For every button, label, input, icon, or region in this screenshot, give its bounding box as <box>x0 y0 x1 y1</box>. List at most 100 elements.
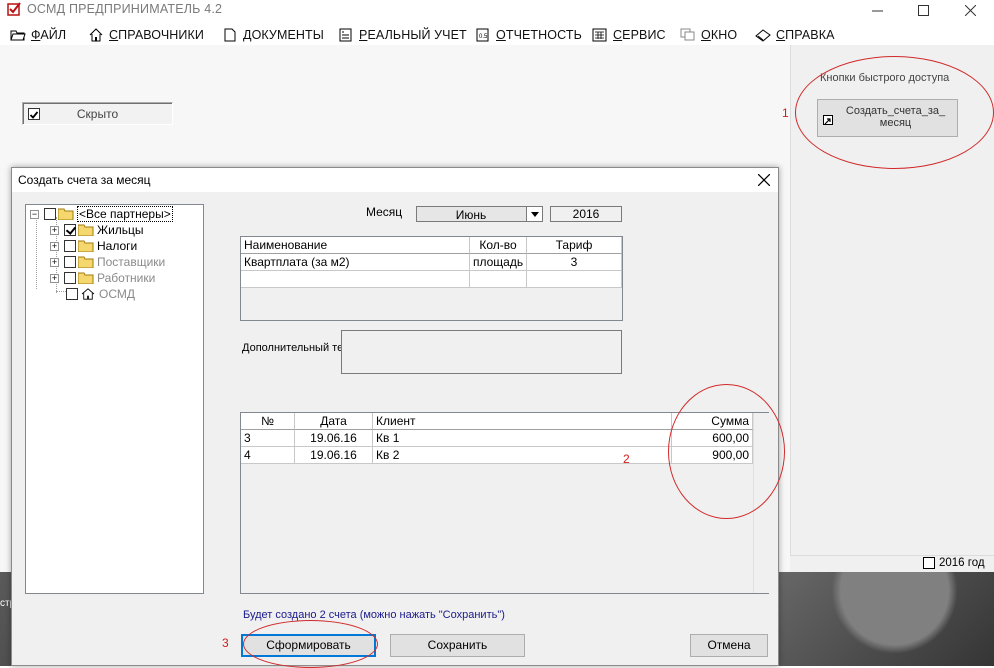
tree-node-label: Жильцы <box>97 223 144 237</box>
dialog-title: Создать счета за месяц <box>18 173 151 187</box>
month-select[interactable]: Июнь <box>416 206 543 222</box>
grid-cell[interactable]: 19.06.16 <box>295 430 373 447</box>
checkbox-logo-icon <box>7 2 21 16</box>
expand-icon[interactable]: + <box>50 257 59 267</box>
dialog-title-bar: Создать счета за месяц <box>12 168 778 192</box>
tree-node-osmd[interactable]: ОСМД <box>66 286 135 302</box>
menu-bar: ФАЙЛ СПРАВОЧНИКИ ДОКУМЕНТЫ РЕАЛЬНЫЙ УЧЕТ… <box>0 23 994 45</box>
annotation-ellipse-3 <box>243 620 378 668</box>
tree-node-label: Поставщики <box>97 255 166 269</box>
calendar-icon <box>923 557 935 569</box>
tree-checkbox[interactable] <box>44 208 56 220</box>
partner-tree[interactable]: − <Все партнеры> + Жильцы + Налоги + Пос… <box>25 204 204 594</box>
grid-header[interactable]: Кол-во <box>470 237 527 254</box>
menu-references[interactable]: СПРАВОЧНИКИ <box>88 26 204 44</box>
tree-checkbox[interactable] <box>66 288 78 300</box>
grid-header[interactable]: Дата <box>295 413 373 430</box>
menu-documents-label: ДОКУМЕНТЫ <box>243 28 324 42</box>
expand-icon[interactable]: + <box>50 273 59 283</box>
annotation-marker-3: 3 <box>222 636 229 650</box>
year-field[interactable]: 2016 <box>550 206 622 222</box>
maximize-button[interactable] <box>900 0 946 20</box>
menu-window[interactable]: ОКНО <box>680 26 737 44</box>
menu-help-label: СПРАВКА <box>776 28 835 42</box>
grid-header[interactable]: № <box>241 413 295 430</box>
menu-real-accounting-label: РЕАЛЬНЫЙ УЧЕТ <box>359 28 467 42</box>
minimize-icon <box>871 10 883 11</box>
menu-file[interactable]: ФАЙЛ <box>10 26 66 44</box>
maximize-icon <box>917 4 929 16</box>
tree-node-residents[interactable]: + Жильцы <box>50 222 144 238</box>
calculator-icon <box>592 28 607 42</box>
house-icon <box>81 288 95 300</box>
grid-cell-empty[interactable] <box>527 271 622 288</box>
grid-cell-empty[interactable] <box>241 271 470 288</box>
close-window-button[interactable] <box>947 0 993 20</box>
folder-icon <box>78 256 94 268</box>
tree-checkbox[interactable] <box>64 256 76 268</box>
close-icon <box>964 4 976 16</box>
create-invoices-dialog: Создать счета за месяц − <Все партнеры> … <box>11 167 779 666</box>
status-year: 2016 год <box>923 557 985 569</box>
tree-node-workers[interactable]: + Работники <box>50 270 155 286</box>
tree-checkbox[interactable] <box>64 272 76 284</box>
window-icon <box>680 28 695 41</box>
home-icon <box>89 28 103 42</box>
annotation-ellipse-1 <box>795 56 994 169</box>
grid-header[interactable]: Тариф <box>527 237 622 254</box>
expand-icon[interactable]: + <box>50 241 59 251</box>
dropdown-arrow-icon[interactable] <box>526 207 542 221</box>
tariff-grid[interactable]: Наименование Кол-во Тариф Квартплата (за… <box>240 236 623 321</box>
grid-header[interactable]: Наименование <box>241 237 470 254</box>
folder-icon <box>78 224 94 236</box>
grid-cell[interactable]: Кв 1 <box>373 430 672 447</box>
folder-open-icon <box>58 208 74 220</box>
folder-open-icon <box>10 30 26 41</box>
app-title: ОСМД ПРЕДПРИНИМАТЕЛЬ 4.2 <box>27 2 223 16</box>
annotation-marker-2: 2 <box>623 452 630 466</box>
tree-node-all-partners[interactable]: − <Все партнеры> <box>30 206 173 222</box>
menu-real-accounting[interactable]: РЕАЛЬНЫЙ УЧЕТ <box>338 26 467 44</box>
document-icon <box>224 28 236 42</box>
menu-documents[interactable]: ДОКУМЕНТЫ <box>222 26 324 44</box>
grid-cell[interactable]: 3 <box>527 254 622 271</box>
help-book-icon <box>755 29 771 42</box>
folder-icon <box>78 240 94 252</box>
grid-cell[interactable]: Квартплата (за м2) <box>241 254 470 271</box>
menu-file-label: ФАЙЛ <box>31 28 67 42</box>
menu-service-label: СЕРВИС <box>613 28 666 42</box>
tree-node-label: <Все партнеры> <box>77 206 173 222</box>
minimize-button[interactable] <box>854 0 900 20</box>
menu-help[interactable]: СПРАВКА <box>755 26 835 44</box>
grid-header[interactable]: Клиент <box>373 413 672 430</box>
menu-service[interactable]: СЕРВИС <box>592 26 666 44</box>
grid-cell[interactable]: 3 <box>241 430 295 447</box>
ledger-icon <box>339 28 352 42</box>
tree-node-label: ОСМД <box>99 287 135 301</box>
menu-reports[interactable]: 0.5 ОТЧЕТНОСТЬ <box>475 26 582 44</box>
extra-text-field[interactable] <box>341 330 622 374</box>
hidden-toggle[interactable]: Скрыто <box>22 102 173 125</box>
tree-node-label: Налоги <box>97 239 138 253</box>
grid-cell[interactable]: 19.06.16 <box>295 447 373 464</box>
tree-node-taxes[interactable]: + Налоги <box>50 238 137 254</box>
tree-node-suppliers[interactable]: + Поставщики <box>50 254 165 270</box>
grid-cell[interactable]: площадь <box>470 254 527 271</box>
tree-node-label: Работники <box>97 271 156 285</box>
grid-cell[interactable]: 4 <box>241 447 295 464</box>
expand-icon[interactable]: + <box>50 225 59 235</box>
grid-cell-empty[interactable] <box>470 271 527 288</box>
folder-icon <box>78 272 94 284</box>
annotation-ellipse-2 <box>668 384 785 519</box>
menu-window-label: ОКНО <box>701 28 738 42</box>
info-text: Будет создано 2 счета (можно нажать "Сох… <box>243 609 505 621</box>
menu-reports-label: ОТЧЕТНОСТЬ <box>496 28 582 42</box>
dialog-close-button[interactable] <box>749 168 779 192</box>
hidden-toggle-label: Скрыто <box>76 107 119 121</box>
tree-checkbox[interactable] <box>64 240 76 252</box>
collapse-icon[interactable]: − <box>30 209 39 219</box>
save-button[interactable]: Сохранить <box>390 634 525 657</box>
cancel-button[interactable]: Отмена <box>690 634 768 657</box>
status-year-label: 2016 год <box>939 557 985 569</box>
tree-checkbox[interactable] <box>64 224 76 236</box>
